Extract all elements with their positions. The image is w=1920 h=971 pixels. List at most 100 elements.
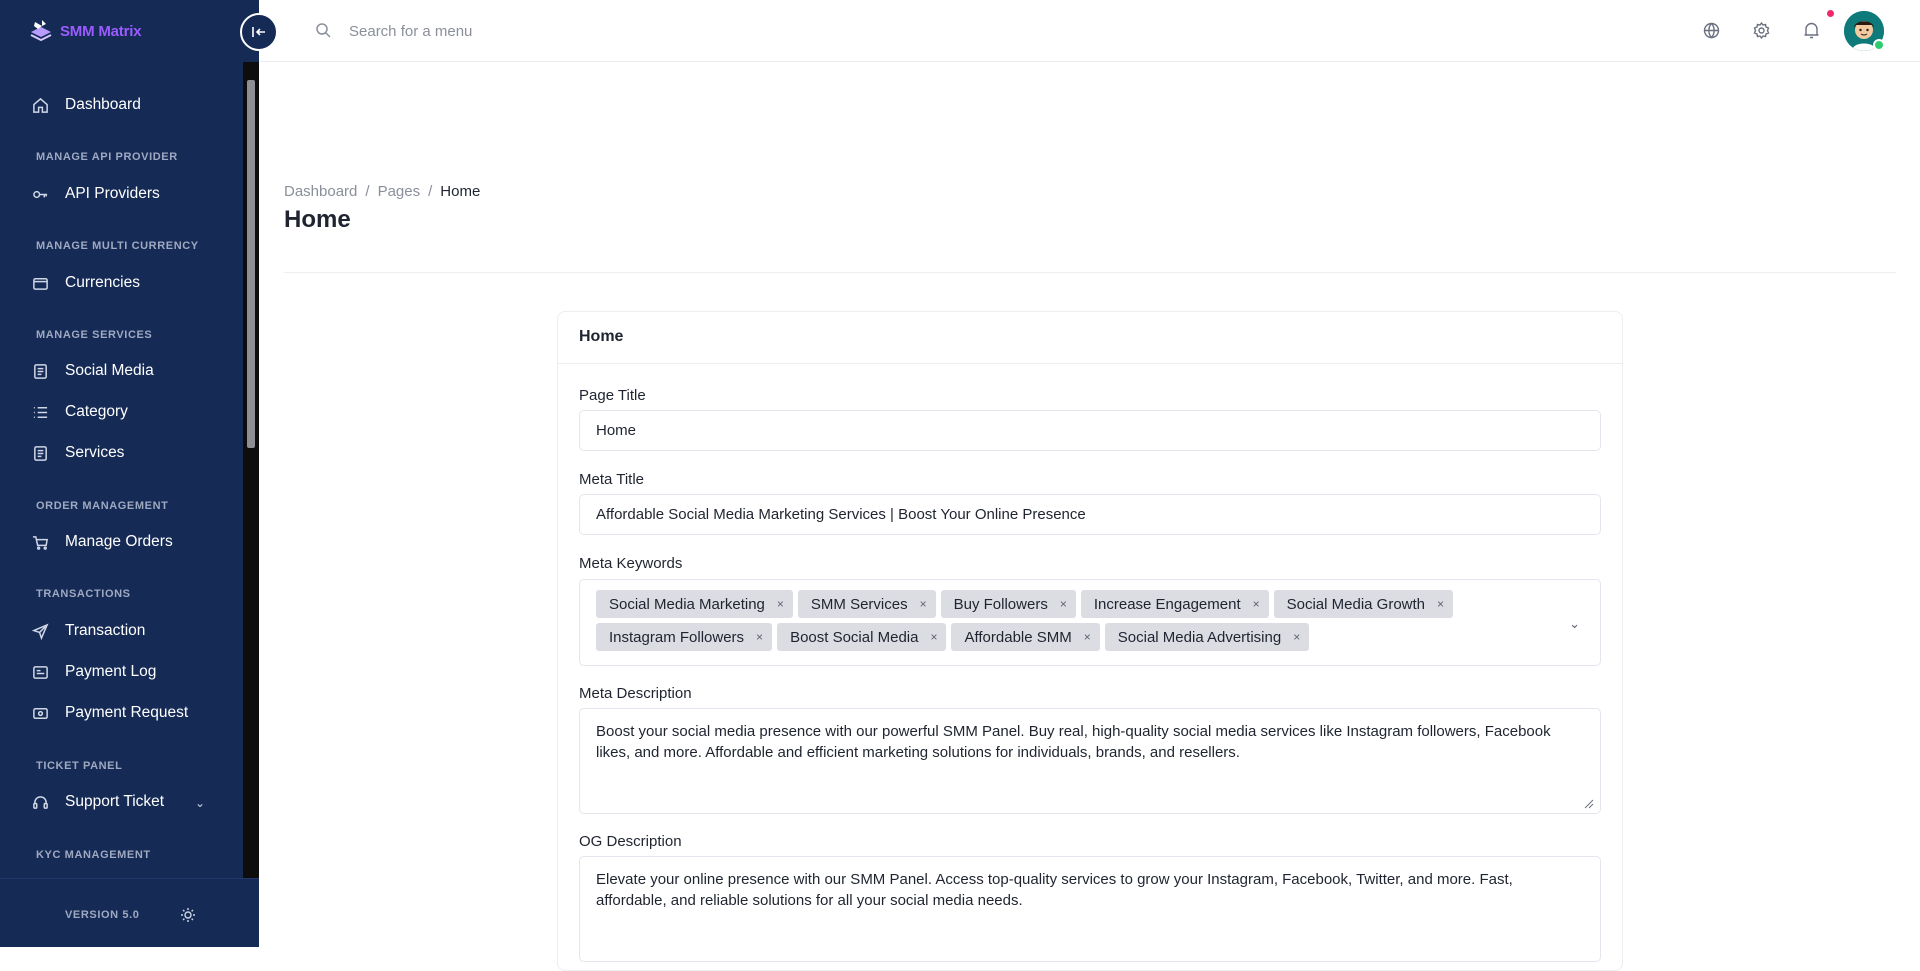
keyword-tag: Affordable SMM × <box>951 623 1100 651</box>
keyword-tag-label: Social Media Growth <box>1286 595 1426 613</box>
sidebar-scrollbar[interactable] <box>243 62 259 878</box>
keyword-tag-label: Increase Engagement <box>1093 595 1241 613</box>
brand[interactable]: SMM Matrix <box>28 18 142 44</box>
sidebar-item-social-media[interactable]: Social Media <box>32 362 154 380</box>
sidebar-item-label: Payment Request <box>65 704 189 721</box>
meta-title-label: Meta Title <box>579 471 645 488</box>
nav-section-transactions: TRANSACTIONS <box>36 588 131 600</box>
nav-section-services: MANAGE SERVICES <box>36 329 153 341</box>
keyword-tag-label: Social Media Marketing <box>609 595 765 613</box>
breadcrumb: Dashboard / Pages / Home <box>284 183 480 200</box>
sidebar-item-label: Payment Log <box>65 663 157 680</box>
nav-section-kyc: KYC MANAGEMENT <box>36 849 151 861</box>
meta-description-textarea[interactable]: Boost your social media presence with ou… <box>579 708 1601 814</box>
sidebar-nav: Dashboard MANAGE API PROVIDER API Provid… <box>0 78 243 878</box>
version-label: VERSION 5.0 <box>65 909 140 921</box>
headset-icon <box>33 795 48 809</box>
keyword-tag: Buy Followers × <box>940 590 1076 618</box>
brand-name: SMM Matrix <box>60 22 142 40</box>
og-description-text: Elevate your online presence with our SM… <box>596 871 1513 909</box>
breadcrumb-dashboard[interactable]: Dashboard <box>284 183 357 200</box>
money-icon <box>33 707 48 719</box>
keyword-tag-label: Social Media Advertising <box>1117 628 1282 646</box>
image-icon <box>33 665 48 679</box>
collapse-sidebar-button[interactable] <box>240 13 278 51</box>
sidebar-scrollbar-thumb[interactable] <box>247 80 255 448</box>
keyword-tag-label: Buy Followers <box>953 595 1048 613</box>
gear-icon[interactable] <box>1752 21 1771 40</box>
document-icon <box>34 363 47 379</box>
keyword-tag: SMM Services × <box>797 590 936 618</box>
sidebar-item-label: Support Ticket <box>65 793 165 810</box>
card-title: Home <box>558 312 1622 364</box>
collapse-icon <box>252 27 265 37</box>
home-icon <box>33 97 48 113</box>
brand-logo-icon <box>30 20 52 42</box>
breadcrumb-separator: / <box>365 183 370 200</box>
remove-tag-icon[interactable]: × <box>1253 597 1260 611</box>
search-input[interactable] <box>349 18 749 44</box>
sidebar-item-services[interactable]: Services <box>32 444 124 462</box>
remove-tag-icon[interactable]: × <box>1084 630 1091 644</box>
bell-icon[interactable] <box>1802 21 1821 40</box>
keyword-tag: Social Media Marketing × <box>596 590 793 618</box>
topbar <box>259 0 1920 62</box>
notification-dot <box>1827 10 1834 17</box>
sun-icon[interactable] <box>180 907 196 923</box>
sidebar-item-currencies[interactable]: Currencies <box>32 274 140 292</box>
search-icon <box>316 23 331 38</box>
sidebar-item-category[interactable]: Category <box>32 403 128 421</box>
remove-tag-icon[interactable]: × <box>920 597 927 611</box>
remove-tag-icon[interactable]: × <box>756 630 763 644</box>
nav-section-ticket-panel: TICKET PANEL <box>36 760 123 772</box>
meta-description-text: Boost your social media presence with ou… <box>596 723 1551 761</box>
remove-tag-icon[interactable]: × <box>1060 597 1067 611</box>
cart-icon <box>32 535 49 550</box>
resize-handle-icon[interactable] <box>1582 797 1594 809</box>
chevron-down-icon[interactable]: ⌄ <box>195 796 205 810</box>
globe-icon[interactable] <box>1702 21 1721 40</box>
keyword-tag-label: SMM Services <box>810 595 908 613</box>
keyword-tag-label: Boost Social Media <box>790 628 919 646</box>
remove-tag-icon[interactable]: × <box>1437 597 1444 611</box>
sidebar-item-support-ticket[interactable]: Support Ticket <box>32 793 164 811</box>
nav-section-multi-currency: MANAGE MULTI CURRENCY <box>36 240 199 252</box>
meta-title-input[interactable]: Affordable Social Media Marketing Servic… <box>579 494 1601 535</box>
keyword-tag: Increase Engagement × <box>1080 590 1269 618</box>
divider <box>284 272 1896 273</box>
sidebar-footer: VERSION 5.0 <box>0 878 259 947</box>
sidebar-item-dashboard[interactable]: Dashboard <box>32 96 141 114</box>
sidebar-item-label: Services <box>65 444 125 461</box>
sidebar-item-api-providers[interactable]: API Providers <box>32 185 160 203</box>
chevron-down-icon[interactable]: ⌄ <box>1569 616 1580 632</box>
keyword-tag: Social Media Advertising × <box>1104 623 1310 651</box>
sidebar-item-payment-log[interactable]: Payment Log <box>32 663 156 681</box>
breadcrumb-separator: / <box>428 183 433 200</box>
keyword-tag: Instagram Followers × <box>596 623 773 651</box>
remove-tag-icon[interactable]: × <box>930 630 937 644</box>
keyword-tag-label: Instagram Followers <box>609 628 745 646</box>
list-icon <box>33 406 48 418</box>
keyword-tag: Social Media Growth × <box>1273 590 1454 618</box>
sidebar-item-label: Transaction <box>65 622 146 639</box>
og-description-textarea[interactable]: Elevate your online presence with our SM… <box>579 856 1601 962</box>
breadcrumb-pages[interactable]: Pages <box>378 183 421 200</box>
send-icon <box>32 622 49 640</box>
sidebar-item-payment-request[interactable]: Payment Request <box>32 704 188 722</box>
sidebar-item-label: Social Media <box>65 362 154 379</box>
nav-section-api-provider: MANAGE API PROVIDER <box>36 151 178 163</box>
sidebar-item-transaction[interactable]: Transaction <box>32 622 145 640</box>
breadcrumb-current: Home <box>440 183 481 200</box>
sidebar-item-label: Category <box>65 403 128 420</box>
wallet-icon <box>33 277 48 290</box>
remove-tag-icon[interactable]: × <box>777 597 784 611</box>
page-title: Home <box>284 206 351 233</box>
meta-keywords-select[interactable]: Social Media Marketing × SMM Services × Bu… <box>579 579 1601 666</box>
document-icon <box>34 445 47 461</box>
page-title-input[interactable]: Home <box>579 410 1601 451</box>
meta-keywords-label: Meta Keywords <box>579 555 683 572</box>
home-form-card: Home Page Title Home Meta Title Affordab… <box>557 311 1623 971</box>
remove-tag-icon[interactable]: × <box>1293 630 1300 644</box>
sidebar-item-manage-orders[interactable]: Manage Orders <box>32 533 173 551</box>
online-status-indicator <box>1873 39 1885 51</box>
